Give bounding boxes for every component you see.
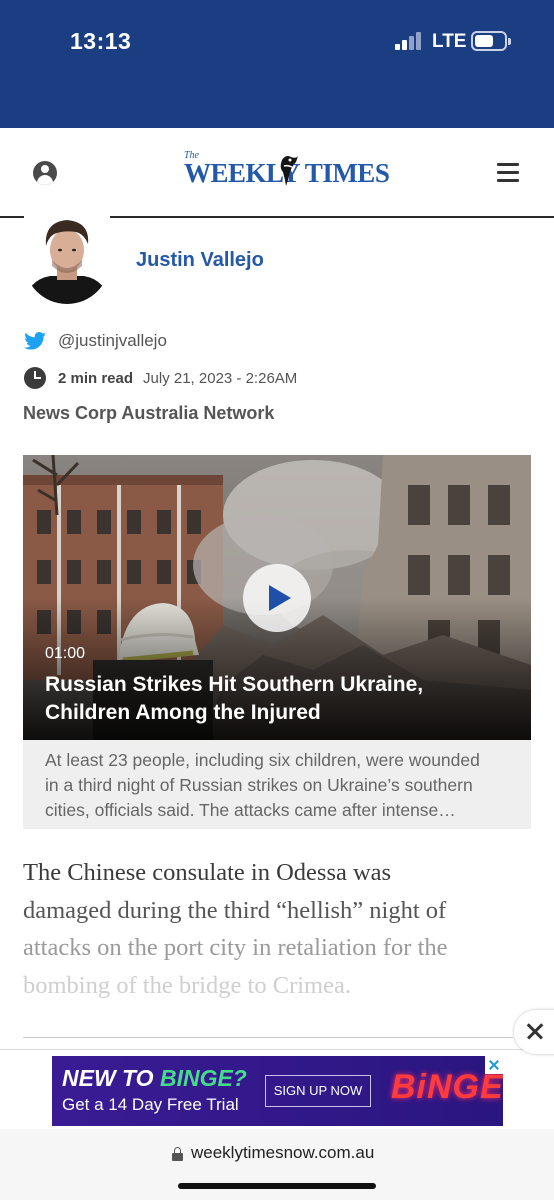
summary-line: in a third night of Russian strikes on U… bbox=[45, 775, 473, 795]
status-time: 13:13 bbox=[70, 28, 132, 54]
video-summary: At least 23 people, including six childr… bbox=[23, 740, 531, 829]
news-network: News Corp Australia Network bbox=[23, 403, 275, 423]
hamburger-menu-icon[interactable] bbox=[497, 163, 519, 183]
battery-icon bbox=[471, 31, 511, 51]
video-title[interactable]: Russian Strikes Hit Southern Ukraine, Ch… bbox=[45, 671, 515, 727]
magpie-logo-icon bbox=[280, 156, 298, 186]
url-text[interactable]: weeklytimesnow.com.au bbox=[191, 1143, 374, 1163]
lead-line: The Chinese consulate in Odessa was bbox=[23, 859, 392, 886]
account-icon[interactable] bbox=[33, 161, 57, 185]
binge-ad-banner[interactable]: NEW TO BINGE? Get a 14 Day Free Trial SI… bbox=[52, 1056, 503, 1126]
video-title-line: Russian Strikes Hit Southern Ukraine, bbox=[45, 673, 424, 696]
read-time: 2 min read bbox=[58, 369, 134, 387]
browser-url-bar[interactable]: weeklytimesnow.com.au bbox=[0, 1129, 554, 1200]
author-name[interactable]: Justin Vallejo bbox=[136, 249, 264, 272]
site-logo[interactable]: The WEEKLY TIMES bbox=[184, 150, 390, 194]
article-lead: The Chinese consulate in Odessa was dama… bbox=[23, 854, 533, 1004]
lock-icon bbox=[172, 1147, 183, 1161]
clock-icon bbox=[24, 367, 46, 389]
publish-date: July 21, 2023 - 2:26AM bbox=[143, 369, 298, 387]
article-meta: 2 min read July 21, 2023 - 2:26AM bbox=[24, 366, 297, 390]
video-duration: 01:00 bbox=[45, 645, 86, 662]
ad-headline: NEW TO BINGE? bbox=[62, 1065, 247, 1091]
play-button[interactable] bbox=[243, 564, 311, 632]
status-bar: 13:13 LTE bbox=[0, 0, 554, 128]
close-ad-button[interactable] bbox=[514, 1010, 554, 1054]
lead-line: bombing of the bridge to Crimea. bbox=[23, 971, 351, 999]
twitter-link[interactable]: @justinjvallejo bbox=[24, 329, 167, 353]
ad-choices-close-icon[interactable] bbox=[485, 1056, 503, 1074]
network-type: LTE bbox=[432, 31, 467, 52]
ad-subline: Get a 14 Day Free Trial bbox=[62, 1095, 239, 1114]
lead-line: attacks on the port city in retaliation … bbox=[23, 934, 448, 961]
lead-line: damaged during the third “hellish” night… bbox=[23, 896, 447, 924]
divider bbox=[23, 1037, 513, 1038]
home-indicator[interactable] bbox=[178, 1183, 376, 1189]
author-avatar[interactable] bbox=[24, 214, 110, 304]
twitter-handle: @justinjvallejo bbox=[58, 331, 167, 350]
twitter-bird-icon bbox=[24, 332, 46, 350]
ad-signup-button[interactable]: SIGN UP NOW bbox=[265, 1075, 371, 1107]
summary-line: cities, officials said. The attacks came… bbox=[45, 800, 456, 820]
summary-line: At least 23 people, including six childr… bbox=[45, 750, 480, 770]
video-title-line: Children Among the Injured bbox=[45, 701, 321, 724]
site-header: The WEEKLY TIMES bbox=[0, 128, 554, 218]
play-icon bbox=[269, 585, 291, 611]
signal-strength-icon bbox=[395, 32, 423, 50]
